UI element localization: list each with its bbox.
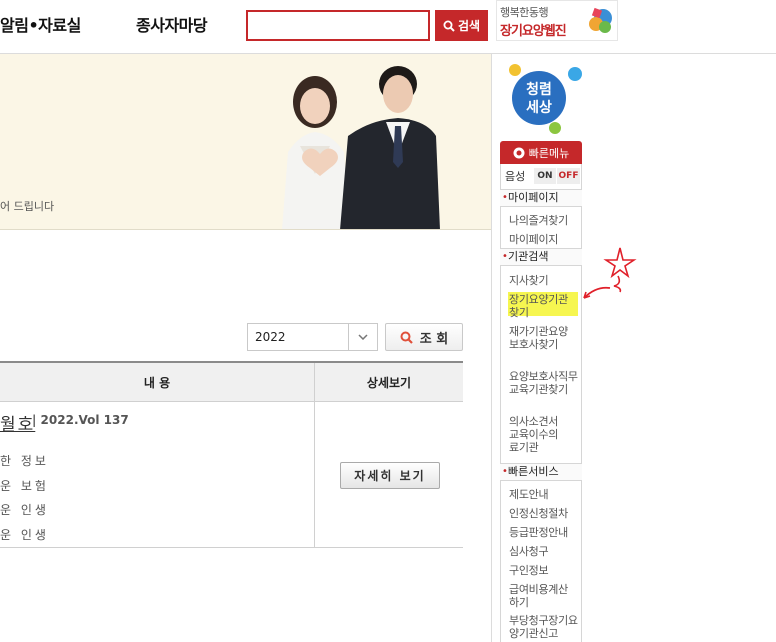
section-mypage[interactable]: 마이페이지 (500, 189, 582, 207)
sidebar-divider (491, 54, 492, 642)
article-item[interactable]: 운 인생 (0, 501, 49, 518)
column-header-detail: 상세보기 (314, 363, 463, 402)
svg-text:세상: 세상 (526, 100, 552, 116)
link-job-info[interactable]: 구인정보 (509, 564, 579, 577)
banner-subtitle: 행복한동행 (500, 6, 549, 19)
issue-title[interactable]: 월호 (0, 410, 35, 435)
hero-visual: 어 드립니다 (0, 54, 491, 230)
webzine-banner[interactable]: 행복한동행 장기요양웹진 (496, 0, 618, 41)
search-icon (400, 331, 413, 344)
voice-on-toggle[interactable]: ON (534, 168, 556, 184)
link-favorites[interactable]: 나의즐겨찾기 (509, 214, 579, 227)
column-header-content: 내 용 (143, 376, 171, 390)
hero-caption: 어 드립니다 (0, 200, 55, 213)
table-header: 내 용 상세보기 (0, 361, 463, 402)
section-institution-search[interactable]: 기관검색 (500, 248, 582, 266)
section-quick-service[interactable]: 빠른서비스 (500, 463, 582, 481)
star-annotation-icon (583, 247, 637, 299)
article-item[interactable]: 운 보험 (0, 477, 49, 494)
link-caregiver-training[interactable]: 요양보호사직무교육기관찾기 (509, 370, 579, 396)
quick-menu-title: 빠른메뉴 (528, 146, 570, 160)
link-benefit-calculator[interactable]: 급여비용계산하기 (509, 583, 577, 609)
table-bottom-border (0, 547, 463, 548)
search-button[interactable]: 검색 (435, 10, 488, 41)
inquiry-button[interactable]: 조 회 (385, 323, 463, 351)
hero-divider (0, 229, 491, 230)
link-fraud-report[interactable]: 부당청구장기요양기관신고 (509, 614, 579, 640)
webzine-logo-icon (589, 7, 612, 33)
column-divider (314, 402, 315, 548)
voice-off-toggle[interactable]: OFF (557, 168, 580, 184)
search-input[interactable] (246, 10, 430, 41)
view-detail-button[interactable]: 자세히 보기 (340, 462, 440, 489)
article-item[interactable]: 한 정보 (0, 452, 49, 469)
article-item[interactable]: 운 인생 (0, 526, 49, 543)
voice-label: 음성 (505, 170, 526, 183)
issue-volume: | 2022.Vol 137 (32, 413, 129, 427)
banner-title: 장기요양웹진 (500, 24, 567, 39)
link-system-guide[interactable]: 제도안내 (509, 488, 579, 501)
link-ltc-institution-search[interactable]: 장기요양기관찾기 (509, 293, 575, 319)
year-select-value: 2022 (255, 330, 286, 344)
quick-menu-icon (513, 147, 525, 158)
cheongnyeong-world-logo-icon: 청렴 세상 (509, 64, 582, 134)
year-select[interactable]: 2022 (247, 323, 378, 351)
quick-menu-header: 빠른메뉴 (500, 141, 582, 164)
chevron-down-icon[interactable] (348, 324, 377, 350)
link-doctor-opinion-institution[interactable]: 의사소견서교육이수의료기관 (509, 415, 567, 454)
link-homecare-caregiver-search[interactable]: 재가기관요양보호사찾기 (509, 325, 569, 351)
link-grade-guide[interactable]: 등급판정안내 (509, 526, 579, 539)
svg-text:청렴: 청렴 (526, 82, 552, 98)
link-branch-search[interactable]: 지사찾기 (509, 274, 579, 287)
link-mypage[interactable]: 마이페이지 (509, 233, 579, 246)
link-application-procedure[interactable]: 인정신청절차 (509, 507, 579, 520)
link-review-request[interactable]: 심사청구 (509, 545, 579, 558)
nav-notice-archive[interactable]: 알림•자료실 (0, 12, 81, 36)
hosts-photo (282, 66, 440, 230)
nav-worker-area[interactable]: 종사자마당 (136, 12, 208, 36)
search-icon (443, 20, 455, 32)
search-button-label: 검색 (457, 19, 481, 33)
inquiry-button-label: 조 회 (419, 331, 449, 347)
